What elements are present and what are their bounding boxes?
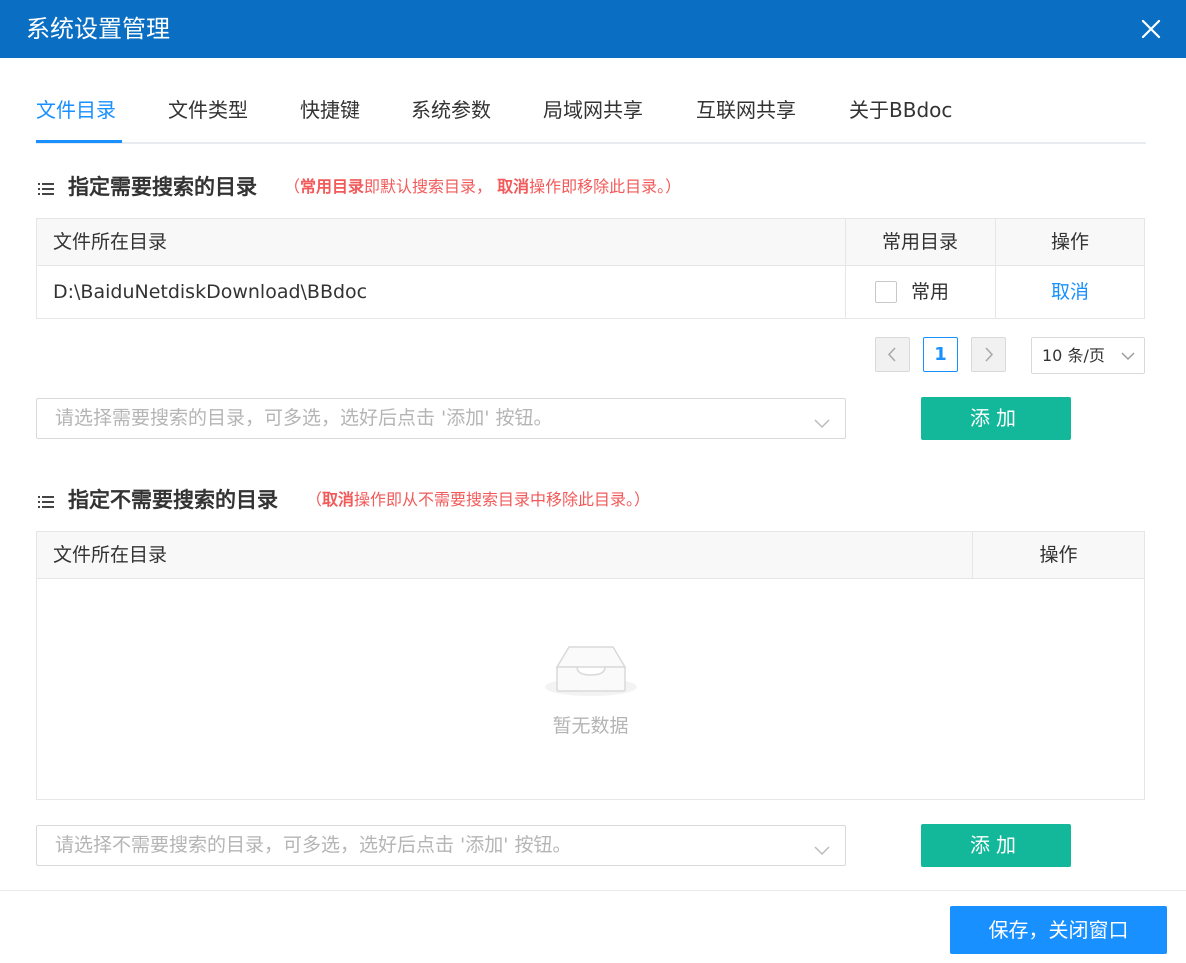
next-page-button[interactable] (971, 337, 1006, 372)
row-path: D:\BaiduNetdiskDownload\BBdoc (53, 281, 368, 303)
save-close-button[interactable]: 保存，关闭窗口 (950, 906, 1167, 954)
column-header-action: 操作 (1039, 544, 1078, 566)
common-checkbox-label[interactable]: 常用 (911, 266, 949, 318)
exclude-picker-placeholder: 请选择不需要搜索的目录，可多选，选好后点击 '添加' 按钮。 (55, 834, 572, 856)
list-icon (38, 178, 54, 195)
common-checkbox[interactable] (875, 281, 897, 303)
settings-tabs: 文件目录 文件类型 快捷键 系统参数 局域网共享 互联网共享 关于BBdoc (36, 84, 1146, 144)
cancel-link[interactable]: 取消 (995, 266, 1145, 318)
close-icon[interactable] (1134, 12, 1168, 46)
exclude-section-header: 指定不需要搜索的目录 （取消操作即从不需要搜索目录中移除此目录。） (38, 485, 1138, 515)
tab-lan-share[interactable]: 局域网共享 (543, 96, 643, 124)
chevron-down-icon (813, 838, 831, 856)
page-number[interactable]: 1 (923, 337, 958, 372)
tab-system-params[interactable]: 系统参数 (411, 96, 491, 124)
empty-state: 暂无数据 (37, 579, 1144, 799)
title-bar: 系统设置管理 (0, 0, 1186, 58)
include-picker-placeholder: 请选择需要搜索的目录，可多选，选好后点击 '添加' 按钮。 (55, 407, 553, 429)
tab-about[interactable]: 关于BBdoc (849, 96, 952, 124)
table-header: 文件所在目录 操作 (37, 532, 1144, 579)
tab-internet-share[interactable]: 互联网共享 (696, 96, 796, 124)
tab-shortcuts[interactable]: 快捷键 (300, 96, 360, 124)
include-directory-picker[interactable]: 请选择需要搜索的目录，可多选，选好后点击 '添加' 按钮。 (36, 398, 846, 439)
chevron-down-icon (813, 411, 831, 429)
include-section-title: 指定需要搜索的目录 (68, 175, 257, 199)
include-section-note: （常用目录即默认搜索目录， 取消操作即移除此目录。） (284, 177, 682, 196)
exclude-add-button[interactable]: 添加 (921, 824, 1071, 867)
footer-divider (0, 890, 1186, 891)
exclude-section-title: 指定不需要搜索的目录 (68, 488, 278, 512)
window-title: 系统设置管理 (26, 15, 170, 43)
chevron-down-icon (1121, 352, 1135, 360)
exclude-directory-picker[interactable]: 请选择不需要搜索的目录，可多选，选好后点击 '添加' 按钮。 (36, 825, 846, 866)
list-icon (38, 491, 54, 508)
table-row: D:\BaiduNetdiskDownload\BBdoc 常用 取消 (37, 266, 1144, 318)
page-size-select[interactable]: 10 条/页 (1031, 337, 1145, 374)
column-header-path: 文件所在目录 (53, 231, 168, 253)
column-header-action: 操作 (1050, 231, 1089, 253)
page-size-value: 10 条/页 (1042, 346, 1105, 365)
empty-inbox-icon (543, 635, 639, 699)
tab-file-type[interactable]: 文件类型 (168, 96, 248, 124)
active-tab-indicator (36, 140, 122, 143)
exclude-directory-table: 文件所在目录 操作 暂无数据 (36, 531, 1145, 800)
tab-file-directory[interactable]: 文件目录 (36, 96, 116, 124)
include-section-header: 指定需要搜索的目录 （常用目录即默认搜索目录， 取消操作即移除此目录。） (38, 172, 1138, 202)
column-header-common: 常用目录 (881, 231, 958, 253)
column-header-path: 文件所在目录 (53, 544, 168, 566)
exclude-section-note: （取消操作即从不需要搜索目录中移除此目录。） (306, 490, 651, 509)
prev-page-button[interactable] (875, 337, 910, 372)
table-header: 文件所在目录 常用目录 操作 (37, 219, 1144, 266)
include-add-button[interactable]: 添加 (921, 397, 1071, 440)
empty-text: 暂无数据 (552, 715, 629, 737)
include-directory-table: 文件所在目录 常用目录 操作 D:\BaiduNetdiskDownload\B… (36, 218, 1145, 319)
